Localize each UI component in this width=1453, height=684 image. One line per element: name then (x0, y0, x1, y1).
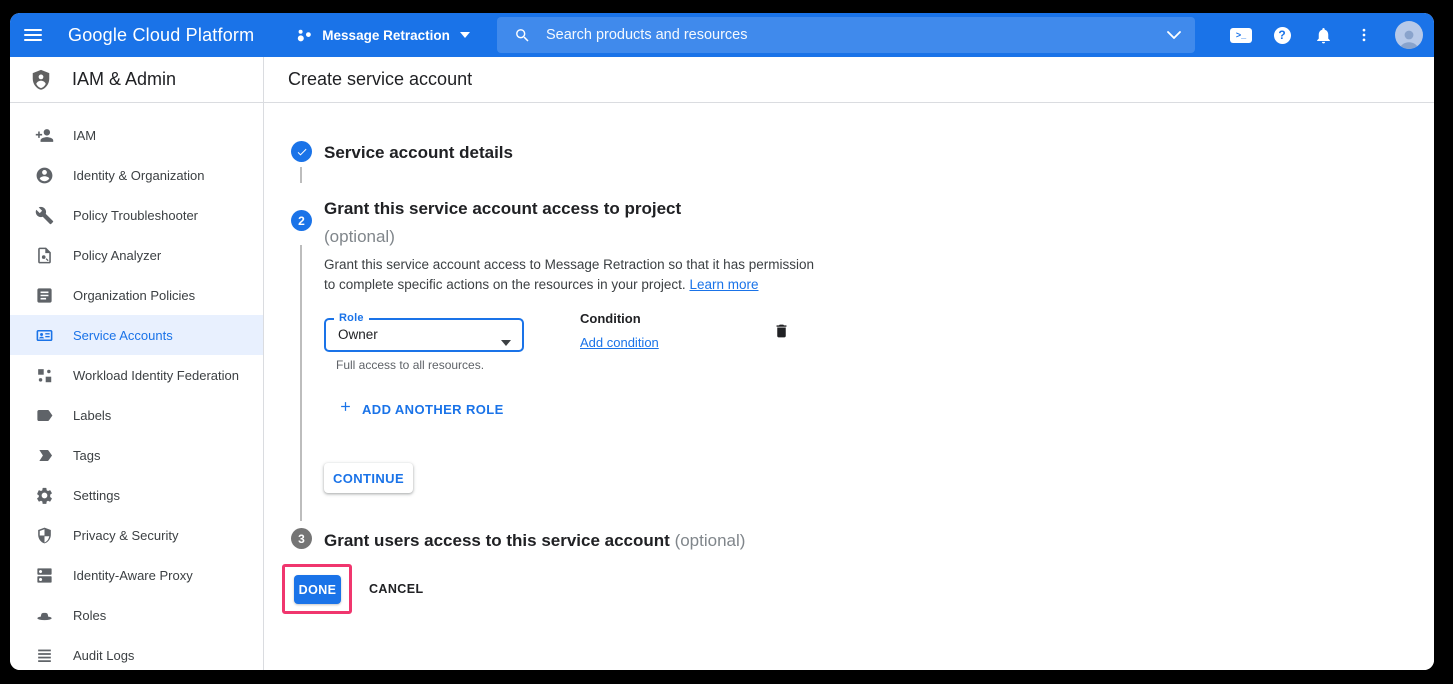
add-condition-link[interactable]: Add condition (580, 335, 659, 350)
sidebar-item-label: Policy Troubleshooter (73, 208, 198, 223)
sidebar-item-label: Labels (73, 408, 111, 423)
mosaic-icon (32, 363, 56, 387)
step-connector (300, 245, 302, 521)
step2-number-badge: 2 (291, 210, 312, 231)
sidebar-item-label: Settings (73, 488, 120, 503)
sidebar-item-audit-logs[interactable]: Audit Logs (10, 635, 263, 670)
shield-icon (32, 523, 56, 547)
search-input[interactable] (546, 27, 1167, 43)
article-icon (32, 283, 56, 307)
notifications-bell-icon[interactable] (1311, 23, 1335, 47)
sidebar-item-label: Organization Policies (73, 288, 195, 303)
learn-more-link[interactable]: Learn more (689, 277, 758, 292)
dns-rows-icon (32, 563, 56, 587)
role-helper-text: Full access to all resources. (336, 358, 484, 372)
hat-icon (32, 603, 56, 627)
label-icon (32, 403, 56, 427)
sidebar-item-label: Workload Identity Federation (73, 368, 239, 383)
continue-button[interactable]: CONTINUE (324, 463, 413, 493)
browser-viewport: Google Cloud Platform Message Retraction… (10, 13, 1434, 670)
more-vert-icon[interactable] (1352, 23, 1376, 47)
sidebar-item-privacy-security[interactable]: Privacy & Security (10, 515, 263, 555)
description-line2: to complete specific actions on the reso… (324, 275, 814, 295)
iam-admin-shield-icon (30, 68, 52, 92)
hamburger-menu-icon[interactable] (10, 13, 56, 57)
sidebar-item-label: Service Accounts (73, 328, 173, 343)
sidebar-item-iam[interactable]: IAM (10, 115, 263, 155)
sidebar-item-settings[interactable]: Settings (10, 475, 263, 515)
delete-role-trash-icon[interactable] (770, 320, 792, 342)
dropdown-caret-icon (501, 333, 511, 351)
sidebar-item-label: Tags (73, 448, 100, 463)
main-content: Create service account Service account d… (264, 57, 1434, 670)
add-another-role-label: ADD ANOTHER ROLE (362, 402, 504, 417)
avatar[interactable] (1395, 21, 1423, 49)
sidebar-item-label: Audit Logs (73, 648, 134, 663)
top-app-bar: Google Cloud Platform Message Retraction… (10, 13, 1434, 57)
sidebar-item-label: Roles (73, 608, 106, 623)
plus-icon (338, 399, 353, 419)
sidebar-item-organization-policies[interactable]: Organization Policies (10, 275, 263, 315)
sidebar-item-label: Policy Analyzer (73, 248, 161, 263)
wrench-icon (32, 203, 56, 227)
sidebar-menu: IAM Identity & Organization Policy Trouble… (10, 103, 263, 670)
sidebar-item-identity-aware-proxy[interactable]: Identity-Aware Proxy (10, 555, 263, 595)
step3-title-text: Grant users access to this service accou… (324, 531, 670, 550)
sidebar-item-labels[interactable]: Labels (10, 395, 263, 435)
step2-title-text: Grant this service account access to pro… (324, 195, 681, 223)
topbar-actions: >_ ? (1229, 13, 1423, 57)
person-add-icon (32, 123, 56, 147)
sidebar-header: IAM & Admin (10, 57, 263, 103)
project-caret-icon (460, 32, 470, 38)
sidebar-item-policy-analyzer[interactable]: Policy Analyzer (10, 235, 263, 275)
search-icon (514, 27, 531, 44)
step3-title[interactable]: Grant users access to this service accou… (324, 527, 745, 555)
add-another-role-button[interactable]: ADD ANOTHER ROLE (338, 399, 504, 419)
help-icon[interactable]: ? (1270, 23, 1294, 47)
search-expand-chevron-icon[interactable] (1167, 31, 1181, 39)
role-dropdown[interactable]: Role Owner (324, 318, 524, 352)
project-cluster-icon (296, 25, 313, 45)
cloud-shell-icon[interactable]: >_ (1229, 23, 1253, 47)
list-lines-icon (32, 643, 56, 667)
sidebar-item-label: IAM (73, 128, 96, 143)
tag-icon (32, 443, 56, 467)
sidebar-item-service-accounts[interactable]: Service Accounts (10, 315, 263, 355)
create-service-account-form: Service account details 2 Grant this ser… (264, 103, 1434, 670)
sidebar-item-roles[interactable]: Roles (10, 595, 263, 635)
sidebar-item-tags[interactable]: Tags (10, 435, 263, 475)
gcp-brand-logo[interactable]: Google Cloud Platform (68, 25, 254, 46)
step2-description: Grant this service account access to Mes… (324, 255, 814, 295)
sidebar-item-policy-troubleshooter[interactable]: Policy Troubleshooter (10, 195, 263, 235)
step2-title: Grant this service account access to pro… (324, 195, 681, 251)
sidebar-item-identity-organization[interactable]: Identity & Organization (10, 155, 263, 195)
sidebar-item-workload-identity-federation[interactable]: Workload Identity Federation (10, 355, 263, 395)
condition-label: Condition (580, 311, 641, 326)
step2-optional-label: (optional) (324, 223, 681, 251)
account-circle-icon (32, 163, 56, 187)
step1-title[interactable]: Service account details (324, 139, 513, 167)
sidebar-item-label: Privacy & Security (73, 528, 178, 543)
page-title: Create service account (288, 69, 472, 90)
done-button[interactable]: DONE (294, 575, 341, 604)
step1-completed-check-icon (291, 141, 312, 162)
sidebar: IAM & Admin IAM Identity & Organization Po… (10, 57, 264, 670)
doc-analyze-icon (32, 243, 56, 267)
sidebar-item-label: Identity & Organization (73, 168, 205, 183)
sidebar-item-label: Identity-Aware Proxy (73, 568, 193, 583)
service-account-badge-icon (32, 323, 56, 347)
step3-number-badge: 3 (291, 528, 312, 549)
page-header: Create service account (264, 57, 1434, 103)
cancel-button[interactable]: CANCEL (369, 575, 423, 604)
role-selected-value: Owner (338, 320, 378, 350)
description-line1: Grant this service account access to Mes… (324, 255, 814, 275)
gear-icon (32, 483, 56, 507)
global-search (497, 17, 1195, 53)
project-name: Message Retraction (322, 28, 450, 43)
project-switcher[interactable]: Message Retraction (296, 25, 470, 45)
step-connector (300, 167, 302, 183)
sidebar-title: IAM & Admin (72, 69, 176, 90)
